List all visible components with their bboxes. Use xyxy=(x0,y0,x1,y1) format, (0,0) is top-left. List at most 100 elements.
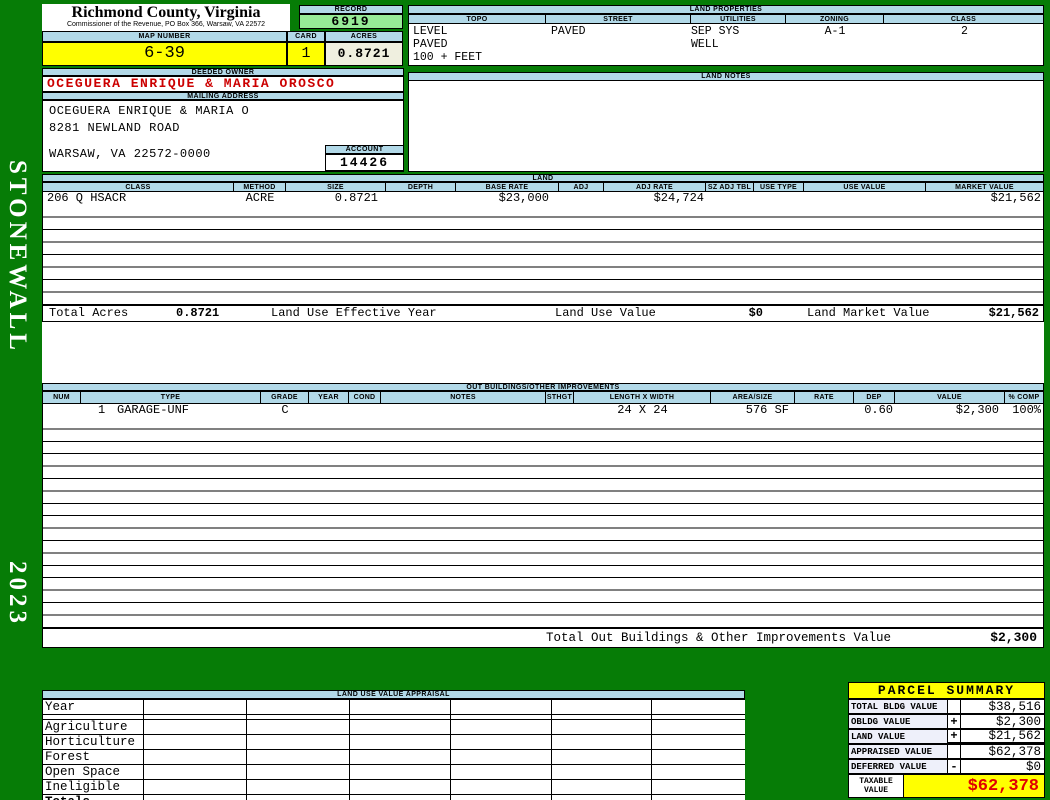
total-acres-label: Total Acres xyxy=(49,306,129,320)
ps-obldg-value: $2,300 xyxy=(961,714,1045,729)
county-header: Richmond County, Virginia Commissioner o… xyxy=(42,4,290,31)
ps-appraised-value: $62,378 xyxy=(961,744,1045,759)
outbuildings-total-value: $2,300 xyxy=(990,630,1037,645)
land-properties-values: LEVEL PAVED 100 + FEET PAVED SEP SYS WEL… xyxy=(408,24,1044,66)
ob-row-area: 576 SF xyxy=(745,403,789,417)
land-col-depth: DEPTH xyxy=(385,182,455,192)
zoning-value: A-1 xyxy=(824,25,846,38)
ob-col-notes: NOTES xyxy=(380,391,545,404)
ps-row-appraised: APPRAISED VALUE $62,378 xyxy=(848,744,1045,759)
outbuildings-total-label: Total Out Buildings & Other Improvements… xyxy=(546,631,892,645)
ob-col-num: NUM xyxy=(42,391,80,404)
land-section-blank-area xyxy=(42,322,1044,383)
land-empty-rows xyxy=(42,205,1044,305)
appraisal-row-forest: Forest xyxy=(42,749,144,765)
land-market-value-label: Land Market Value xyxy=(807,306,930,320)
ps-obldg-label: OBLDG VALUE xyxy=(848,714,948,729)
record-label: RECORD xyxy=(299,5,403,14)
ps-total-bldg-label: TOTAL BLDG VALUE xyxy=(848,699,948,714)
col-street: STREET xyxy=(545,14,690,24)
ps-deferred-value: $0 xyxy=(961,759,1045,774)
col-utilities: UTILITIES xyxy=(690,14,785,24)
appraisal-title: LAND USE VALUE APPRAISAL xyxy=(42,690,745,699)
deeded-owner-title: DEEDED OWNER xyxy=(42,68,404,76)
land-row-market-value: $21,562 xyxy=(990,191,1041,205)
ps-land-sign: + xyxy=(948,729,961,744)
ps-row-obldg: OBLDG VALUE + $2,300 xyxy=(848,714,1045,729)
land-row-class: 206 Q HSACR xyxy=(47,191,127,205)
land-use-effective-year-label: Land Use Effective Year xyxy=(271,306,437,320)
ob-col-rate: RATE xyxy=(794,391,853,404)
ps-row-deferred: DEFERRED VALUE - $0 xyxy=(848,759,1045,774)
land-totals-row: Total Acres 0.8721 Land Use Effective Ye… xyxy=(42,305,1044,322)
ps-land-value: $21,562 xyxy=(961,729,1045,744)
outbuildings-data-row: 1 GARAGE-UNF C 24 X 24 576 SF 0.60 $2,30… xyxy=(42,404,1044,417)
land-notes-box xyxy=(408,81,1044,172)
land-properties-title: LAND PROPERTIES xyxy=(408,5,1044,14)
appraisal-row-year: Year xyxy=(42,699,144,715)
ps-deferred-label: DEFERRED VALUE xyxy=(848,759,948,774)
land-properties-column-headers: TOPO STREET UTILITIES ZONING CLASS xyxy=(408,14,1044,24)
ps-row-taxable: TAXABLE VALUE $62,378 xyxy=(848,774,1045,798)
land-use-value: $0 xyxy=(748,306,763,320)
appraisal-row-open-space: Open Space xyxy=(42,764,144,780)
tax-year-vertical: 2023 xyxy=(4,561,31,627)
appraisal-table: Year Agriculture Horticulture Forest Ope… xyxy=(42,699,745,800)
outbuildings-title: OUT BUILDINGS/OTHER IMPROVEMENTS xyxy=(42,383,1044,391)
ps-taxable-value: $62,378 xyxy=(904,774,1045,798)
card-label: CARD xyxy=(287,31,325,42)
land-col-use-value: USE VALUE xyxy=(803,182,925,192)
topo-value-2: PAVED xyxy=(413,38,448,51)
acres-value: 0.8721 xyxy=(325,42,403,66)
col-topo: TOPO xyxy=(408,14,545,24)
land-market-value: $21,562 xyxy=(988,306,1039,320)
land-data-row: 206 Q HSACR ACRE 0.8721 $23,000 $24,724 … xyxy=(42,192,1044,205)
ob-row-num: 1 xyxy=(98,403,106,417)
land-notes-title: LAND NOTES xyxy=(408,72,1044,81)
ob-col-cond: COND xyxy=(348,391,380,404)
county-title: Richmond County, Virginia xyxy=(71,4,261,21)
ob-row-pct-comp: 100% xyxy=(1012,403,1041,417)
ob-row-type: GARAGE-UNF xyxy=(117,403,190,417)
ps-appraised-label: APPRAISED VALUE xyxy=(848,744,948,759)
appraisal-row-agriculture: Agriculture xyxy=(42,719,144,735)
ob-col-sthgt: STHGT xyxy=(545,391,573,404)
mailing-line-2: 8281 NEWLAND ROAD xyxy=(49,121,180,135)
ob-row-length-width: 24 X 24 xyxy=(617,403,668,417)
outbuildings-column-headers: NUM TYPE GRADE YEAR COND NOTES STHGT LEN… xyxy=(42,391,1044,404)
utilities-value-1: SEP SYS xyxy=(691,25,740,38)
land-section-title: LAND xyxy=(42,174,1044,182)
parcel-summary-title: PARCEL SUMMARY xyxy=(848,682,1045,699)
ob-row-value: $2,300 xyxy=(955,403,999,417)
ob-row-grade: C xyxy=(281,403,289,417)
map-number-label: MAP NUMBER xyxy=(42,31,287,42)
land-col-use-type: USE TYPE xyxy=(753,182,803,192)
account-label: ACCOUNT xyxy=(325,145,404,154)
mailing-address-title: MAILING ADDRESS xyxy=(42,92,404,100)
account-value: 14426 xyxy=(325,154,404,171)
ps-land-label: LAND VALUE xyxy=(848,729,948,744)
district-name-vertical: STONEWALL xyxy=(4,160,31,354)
ob-row-dep: 0.60 xyxy=(864,403,893,417)
appraisal-row-ineligible: Ineligible xyxy=(42,779,144,795)
ps-obldg-sign: + xyxy=(948,714,961,729)
ps-row-total-bldg: TOTAL BLDG VALUE $38,516 xyxy=(848,699,1045,714)
property-record-card: STONEWALL 2023 Richmond County, Virginia… xyxy=(0,0,1050,800)
land-row-size: 0.8721 xyxy=(334,191,378,205)
ob-col-year: YEAR xyxy=(308,391,348,404)
topo-value-3: 100 + FEET xyxy=(413,51,483,64)
class-value: 2 xyxy=(961,25,968,38)
record-value: 6919 xyxy=(299,14,403,29)
utilities-value-2: WELL xyxy=(691,38,719,51)
ps-appraised-sign xyxy=(948,744,961,759)
land-row-adj-rate: $24,724 xyxy=(653,191,704,205)
outbuildings-total-row: Total Out Buildings & Other Improvements… xyxy=(42,628,1044,648)
map-number-value: 6-39 xyxy=(42,42,287,66)
ps-total-bldg-value: $38,516 xyxy=(961,699,1045,714)
appraisal-row-horticulture: Horticulture xyxy=(42,734,144,750)
land-use-value-label: Land Use Value xyxy=(555,306,656,320)
col-zoning: ZONING xyxy=(785,14,883,24)
land-col-adj: ADJ xyxy=(558,182,603,192)
appraisal-grid: Year Agriculture Horticulture Forest Ope… xyxy=(42,699,745,800)
ps-deferred-sign: - xyxy=(948,759,961,774)
